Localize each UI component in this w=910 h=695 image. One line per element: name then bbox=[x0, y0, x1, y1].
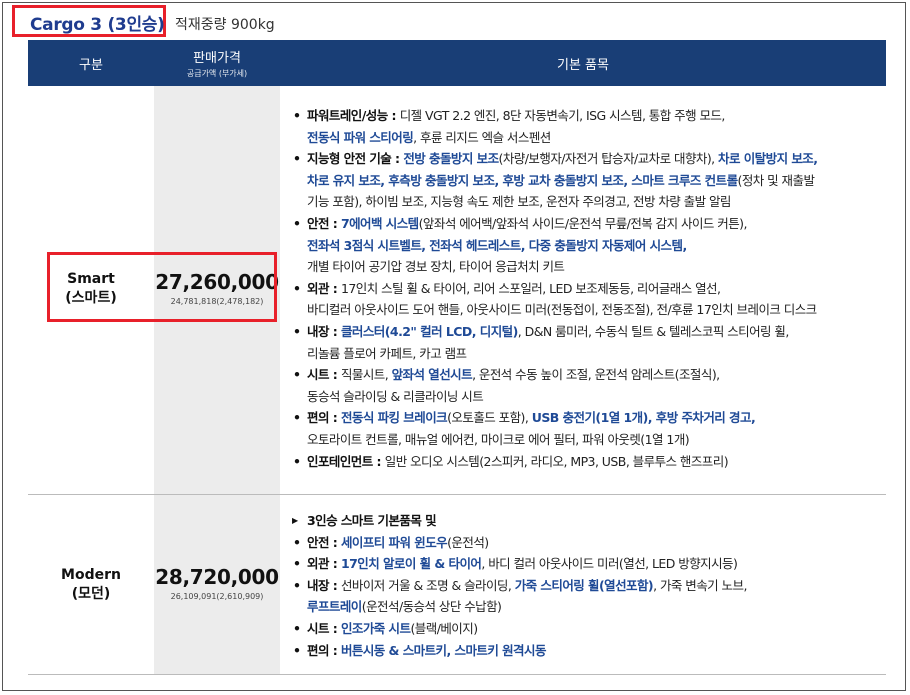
feature-item: 인포테인먼트 : 일반 오디오 시스템(2스피커, 라디오, MP3, USB,… bbox=[290, 451, 817, 473]
feature-category: 파워트레인/성능 : bbox=[307, 108, 400, 123]
feature-text: 오토라이트 컨트롤, 매뉴얼 에어컨, 마이크로 에어 필터, 파워 아웃렛(1… bbox=[307, 431, 690, 447]
feature-text: , 운전석 수동 높이 조절, 운전석 암레스트(조절식), bbox=[472, 367, 720, 383]
feature-item: 3인승 스마트 기본품목 및 bbox=[290, 510, 747, 532]
header-gubun: 구분 bbox=[79, 57, 103, 73]
feature-item: 개별 타이어 공기압 경보 장치, 타이어 응급처치 키트 bbox=[290, 256, 817, 278]
feature-item: 동승석 슬라이딩 & 리클라이닝 시트 bbox=[290, 386, 817, 408]
feature-text: 전좌석 3점식 시트벨트, 전좌석 헤드레스트, 다중 충돌방지 자동제어 시스… bbox=[307, 237, 687, 253]
smart-highlight-box bbox=[47, 252, 277, 322]
feature-category: 시트 : bbox=[307, 367, 341, 383]
feature-text: 직물시트, bbox=[340, 367, 392, 383]
feature-category: 내장 : bbox=[307, 577, 341, 593]
feature-text: 인조가죽 시트 bbox=[340, 620, 411, 636]
feature-item: 내장 : 클러스터(4.2" 컬러 LCD, 디지털), D&N 룸미러, 수동… bbox=[290, 321, 817, 343]
feature-text: 전방 충돌방지 보조 bbox=[403, 151, 499, 167]
feature-category: 시트 : bbox=[307, 620, 341, 636]
feature-item: 외관 : 17인치 스틸 휠 & 타이어, 리어 스포일러, LED 보조제동등… bbox=[290, 278, 817, 300]
smart-feature-list: 파워트레인/성능 : 디젤 VGT 2.2 엔진, 8단 자동변속기, ISG … bbox=[290, 105, 818, 473]
price-sub-modern: 26,109,091(2,610,909) bbox=[170, 592, 264, 601]
feature-item: 전좌석 3점식 시트벨트, 전좌석 헤드레스트, 다중 충돌방지 자동제어 시스… bbox=[290, 235, 817, 257]
feature-text: , 후륜 리지드 엑슬 서스펜션 bbox=[413, 129, 551, 145]
feature-item: 안전 : 7에어백 시스템(앞좌석 에어백/앞좌석 사이드/운전석 무릎/전복 … bbox=[290, 213, 817, 235]
feature-text: (차량/보행자/자전거 탑승자/교차로 대향차), bbox=[498, 151, 719, 167]
feature-category: 편의 : bbox=[307, 410, 341, 426]
feature-text: 클러스터(4.2" 컬러 LCD, 디지털) bbox=[340, 323, 518, 339]
row-divider bbox=[28, 494, 886, 495]
feature-text: (블랙/베이지) bbox=[410, 620, 478, 636]
feature-category: 외관 : bbox=[307, 556, 341, 572]
feature-item: 바디컬러 아웃사이드 도어 핸들, 아웃사이드 미러(전동접이, 전동조절), … bbox=[290, 299, 817, 321]
feature-text: 일반 오디오 시스템(2스피커, 라디오, MP3, USB, 블루투스 핸즈프… bbox=[384, 453, 729, 469]
feature-category: 지능형 안전 기술 : bbox=[307, 151, 404, 167]
feature-category: 안전 : bbox=[307, 215, 341, 231]
feature-item: 외관 : 17인치 알로이 휠 & 타이어, 바디 컬러 아웃사이드 미러(열선… bbox=[290, 553, 747, 575]
feature-text: USB 충전기(1열 1개), 후방 주차거리 경고, bbox=[531, 410, 756, 426]
feature-category: 외관 : bbox=[307, 280, 341, 296]
feature-text: , 바디 컬러 아웃사이드 미러(열선, LED 방향지시등) bbox=[481, 556, 738, 572]
feature-text: 버튼시동 & 스마트키, 스마트키 원격시동 bbox=[340, 642, 547, 658]
feature-text: (앞좌석 에어백/앞좌석 사이드/운전석 무릎/전복 감지 사이드 커튼), bbox=[418, 215, 748, 231]
feature-item: 내장 : 선바이저 거울 & 조명 & 슬라이딩, 가죽 스티어링 휠(열선포함… bbox=[290, 575, 747, 597]
feature-text: 전동식 파킹 브레이크 bbox=[340, 410, 448, 426]
feature-text: 17인치 스틸 휠 & 타이어, 리어 스포일러, LED 보조제동등, 리어글… bbox=[340, 280, 721, 296]
table-header: 구분 판매가격 공급가액 (부가세) 기본 품목 bbox=[28, 40, 886, 86]
feature-item: 오토라이트 컨트롤, 매뉴얼 에어컨, 마이크로 에어 필터, 파워 아웃렛(1… bbox=[290, 429, 817, 451]
feature-text: 리놀륨 플로어 카페트, 카고 램프 bbox=[307, 345, 467, 361]
row-divider bbox=[28, 674, 886, 675]
feature-item: 리놀륨 플로어 카페트, 카고 램프 bbox=[290, 343, 817, 365]
feature-item: 편의 : 버튼시동 & 스마트키, 스마트키 원격시동 bbox=[290, 640, 747, 662]
feature-text: (운전석) bbox=[447, 534, 489, 550]
feature-category: 안전 : bbox=[307, 534, 341, 550]
feature-text: 선바이저 거울 & 조명 & 슬라이딩, bbox=[340, 577, 515, 593]
feature-text: , 가죽 변속기 노브, bbox=[653, 577, 747, 593]
feature-text: 기능 포함), 하이빔 보조, 지능형 속도 제한 보조, 운전자 주의경고, … bbox=[307, 194, 731, 210]
trim-name-modern: Modern (모던) bbox=[61, 567, 121, 602]
feature-text: 17인치 알로이 휠 & 타이어 bbox=[340, 556, 482, 572]
feature-text: 개별 타이어 공기압 경보 장치, 타이어 응급처치 키트 bbox=[307, 259, 565, 275]
payload-label: 적재중량 900kg bbox=[175, 17, 275, 33]
feature-item: 안전 : 세이프티 파워 윈도우(운전석) bbox=[290, 532, 747, 554]
feature-item: 시트 : 직물시트, 앞좌석 열선시트, 운전석 수동 높이 조절, 운전석 암… bbox=[290, 364, 817, 386]
feature-text: 차로 이탈방지 보조, bbox=[718, 151, 818, 167]
trim-title: Cargo 3 (3인승) bbox=[30, 15, 165, 35]
feature-text: (정차 및 재출발 bbox=[737, 172, 815, 188]
feature-text: 7에어백 시스템 bbox=[340, 215, 419, 231]
feature-category: 내장 : bbox=[307, 323, 341, 339]
feature-text: , D&N 룸미러, 수동식 틸트 & 텔레스코픽 스티어링 휠, bbox=[517, 323, 790, 339]
feature-item: 루프트레이(운전석/동승석 상단 수납함) bbox=[290, 596, 747, 618]
feature-text: 디젤 VGT 2.2 엔진, 8단 자동변속기, ISG 시스템, 통합 주행 … bbox=[399, 108, 726, 123]
feature-text: 바디컬러 아웃사이드 도어 핸들, 아웃사이드 미러(전동접이, 전동조절), … bbox=[307, 302, 817, 318]
modern-feature-list: 3인승 스마트 기본품목 및안전 : 세이프티 파워 윈도우(운전석)외관 : … bbox=[290, 510, 747, 661]
feature-item: 시트 : 인조가죽 시트(블랙/베이지) bbox=[290, 618, 747, 640]
feature-text: 전동식 파워 스티어링 bbox=[307, 129, 414, 145]
feature-category: 3인승 스마트 기본품목 및 bbox=[307, 513, 437, 528]
feature-item: 전동식 파워 스티어링, 후륜 리지드 엑슬 서스펜션 bbox=[290, 127, 817, 149]
feature-item: 편의 : 전동식 파킹 브레이크(오토홀드 포함), USB 충전기(1열 1개… bbox=[290, 407, 817, 429]
feature-text: 동승석 슬라이딩 & 리클라이닝 시트 bbox=[307, 388, 484, 404]
feature-item: 지능형 안전 기술 : 전방 충돌방지 보조(차량/보행자/자전거 탑승자/교차… bbox=[290, 148, 818, 170]
header-price: 판매가격 공급가액 (부가세) bbox=[186, 51, 248, 78]
feature-text: 세이프티 파워 윈도우 bbox=[340, 534, 448, 550]
feature-category: 편의 : bbox=[307, 642, 341, 658]
feature-text: 루프트레이 bbox=[307, 599, 362, 615]
feature-item: 파워트레인/성능 : 디젤 VGT 2.2 엔진, 8단 자동변속기, ISG … bbox=[290, 105, 817, 127]
feature-item: 차로 유지 보조, 후측방 충돌방지 보조, 후방 교차 충돌방지 보조, 스마… bbox=[290, 170, 817, 192]
feature-text: 가죽 스티어링 휠(열선포함) bbox=[514, 577, 654, 593]
feature-category: 인포테인먼트 : bbox=[307, 453, 385, 469]
feature-text: (운전석/동승석 상단 수납함) bbox=[361, 599, 502, 615]
feature-text: 앞좌석 열선시트 bbox=[391, 367, 473, 383]
feature-text: 차로 유지 보조, 후측방 충돌방지 보조, 후방 교차 충돌방지 보조, 스마… bbox=[307, 172, 738, 188]
feature-text: (오토홀드 포함), bbox=[447, 410, 532, 426]
header-basic-items: 기본 품목 bbox=[557, 57, 609, 73]
feature-item: 기능 포함), 하이빔 보조, 지능형 속도 제한 보조, 운전자 주의경고, … bbox=[290, 191, 817, 213]
price-modern: 28,720,000 bbox=[155, 565, 279, 589]
